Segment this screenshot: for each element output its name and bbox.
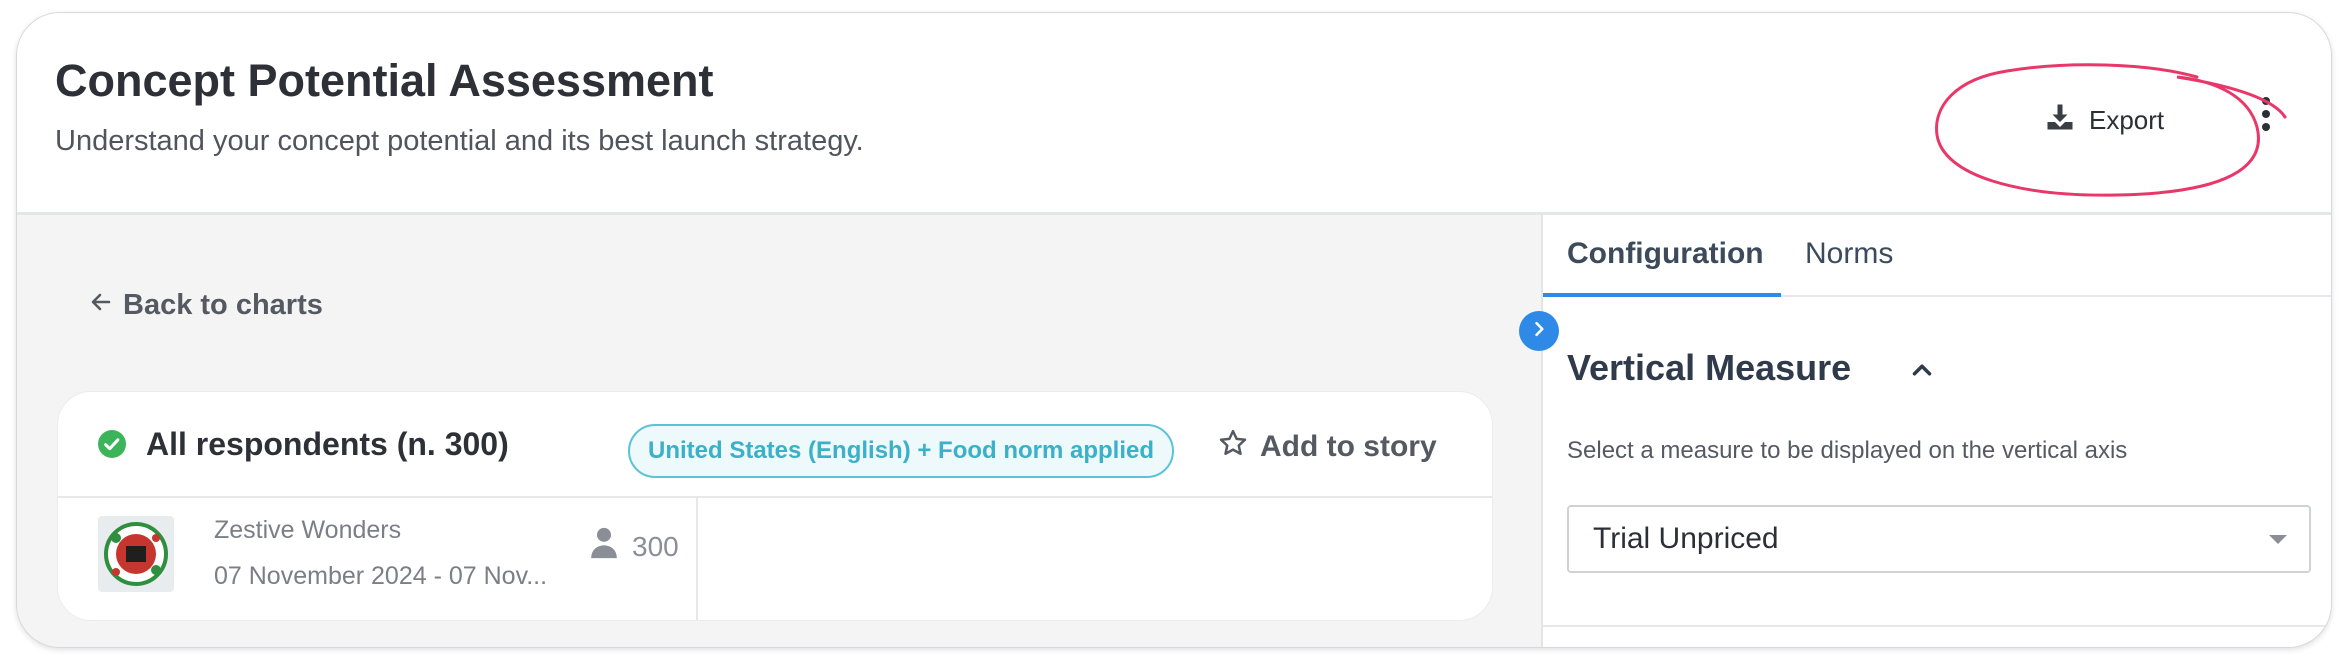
respondent-count-value: 300 <box>632 530 679 562</box>
app-window: Concept Potential Assessment Understand … <box>16 12 2332 648</box>
check-circle-icon <box>98 430 126 458</box>
chart-area: Back to charts All respondents (n. 300) … <box>17 215 1541 647</box>
tab-configuration[interactable]: Configuration <box>1567 237 1764 271</box>
section-title: Vertical Measure <box>1567 347 1852 388</box>
add-to-story-label: Add to story <box>1260 430 1437 463</box>
panel-divider <box>1543 625 2331 627</box>
respondents-title: All respondents (n. 300) <box>146 426 509 462</box>
active-tab-indicator <box>1543 293 1781 297</box>
back-label: Back to charts <box>123 289 323 321</box>
section-help-text: Select a measure to be displayed on the … <box>1567 437 2128 464</box>
add-to-story-button[interactable]: Add to story <box>1218 428 1437 466</box>
respondents-card: All respondents (n. 300) United States (… <box>57 391 1493 621</box>
export-button[interactable]: Export <box>2045 95 2164 145</box>
kebab-menu-icon <box>2262 97 2270 105</box>
export-label: Export <box>2089 104 2165 135</box>
configuration-panel: Configuration Norms Vertical Measure Sel… <box>1541 215 2331 647</box>
chevron-up-icon[interactable] <box>1907 355 1937 385</box>
card-divider <box>696 498 698 620</box>
page-header: Concept Potential Assessment Understand … <box>17 13 2331 215</box>
page-title: Concept Potential Assessment <box>55 55 714 106</box>
concept-thumbnail <box>98 516 174 592</box>
panel-tabs: Configuration Norms <box>1543 215 2331 297</box>
tab-norms[interactable]: Norms <box>1805 237 1893 271</box>
vertical-measure-select[interactable]: Trial Unpriced <box>1567 505 2311 573</box>
collapse-panel-button[interactable] <box>1519 311 1559 351</box>
caret-down-icon <box>2269 535 2287 544</box>
chevron-right-icon <box>1529 319 1549 344</box>
person-icon <box>590 526 618 567</box>
card-header: All respondents (n. 300) United States (… <box>58 392 1492 498</box>
star-icon <box>1218 428 1248 466</box>
more-options-button[interactable] <box>2259 97 2273 137</box>
concept-dates: 07 November 2024 - 07 Nov... <box>214 562 548 590</box>
norm-badge: United States (English) + Food norm appl… <box>628 424 1175 478</box>
select-value: Trial Unpriced <box>1593 522 1779 555</box>
back-to-charts-link[interactable]: Back to charts <box>89 289 323 322</box>
concept-name: Zestive Wonders <box>214 516 402 544</box>
page-subtitle: Understand your concept potential and it… <box>55 125 864 157</box>
download-icon <box>2045 102 2075 139</box>
arrow-left-icon <box>89 289 113 322</box>
respondent-count: 300 <box>590 526 679 567</box>
